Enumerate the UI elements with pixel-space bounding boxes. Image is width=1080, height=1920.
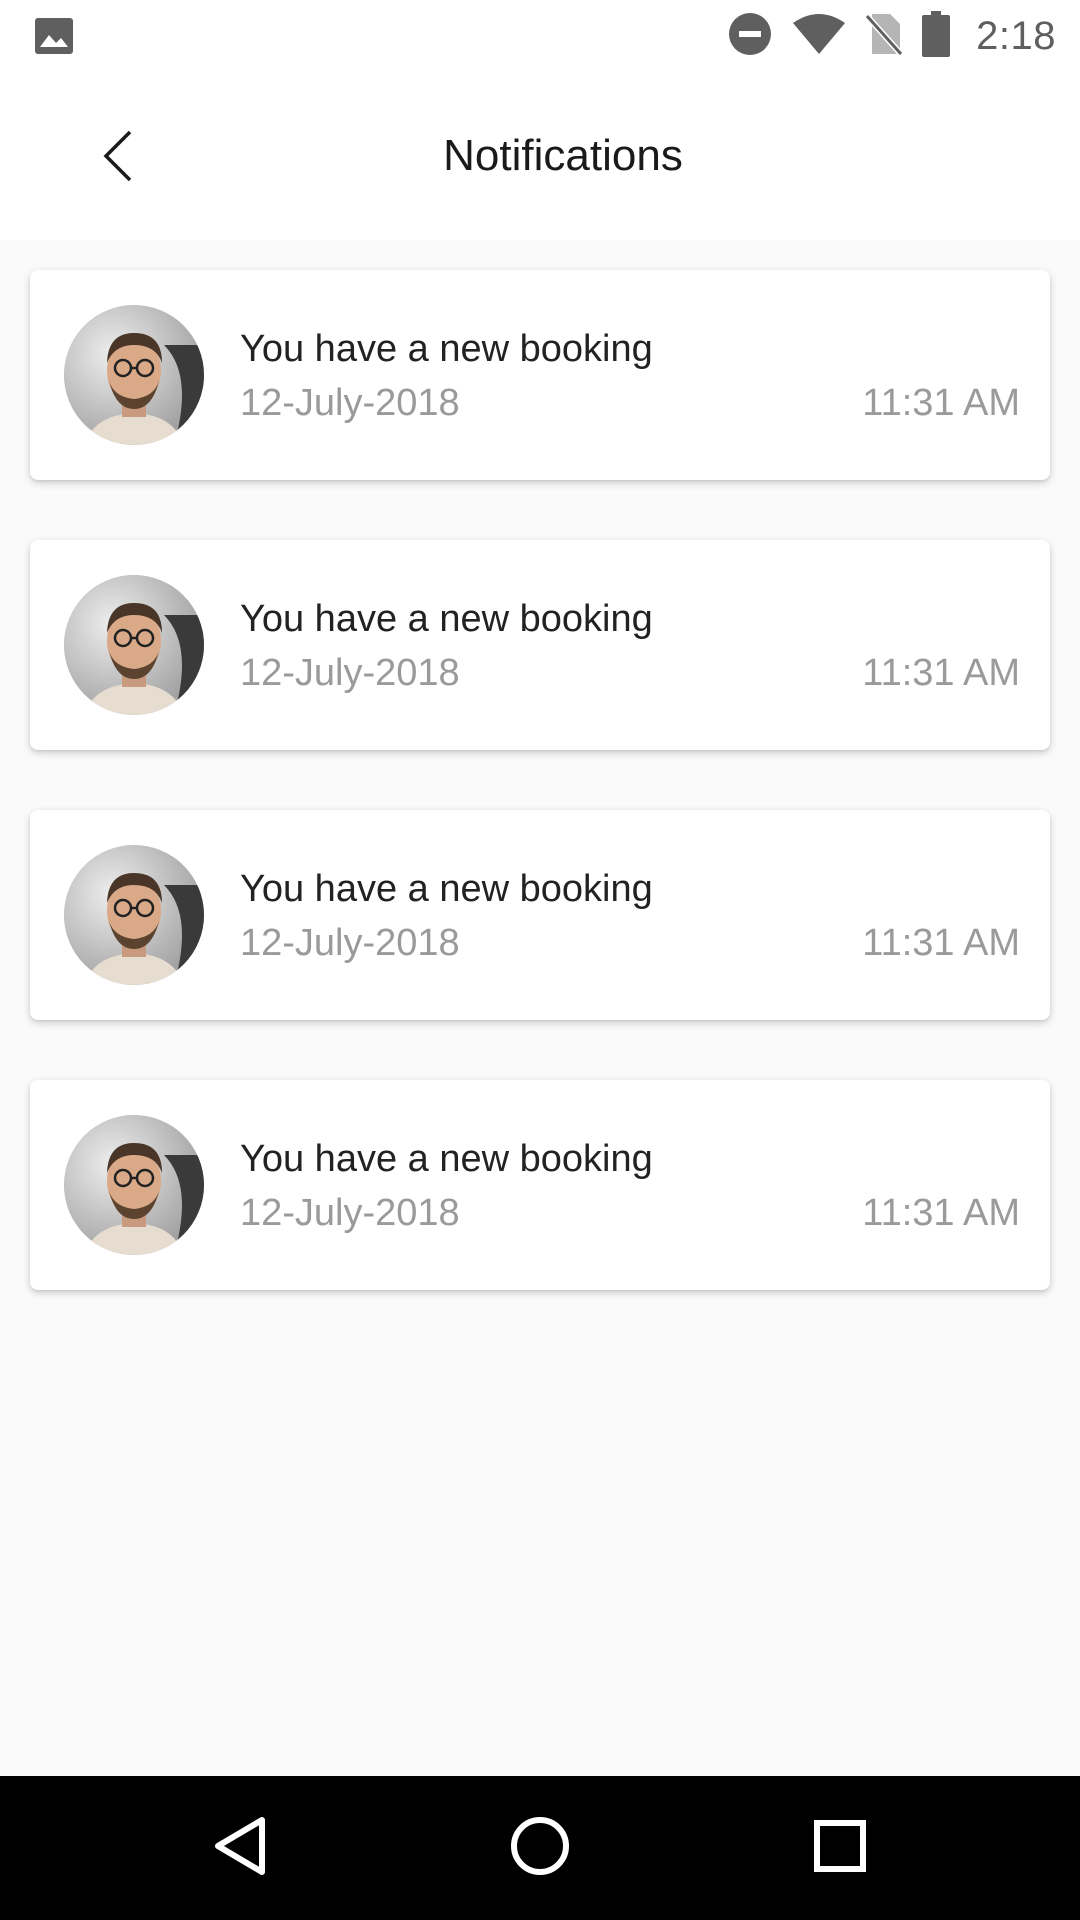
no-sim-icon <box>864 12 904 61</box>
battery-icon <box>922 10 951 62</box>
navigation-bar <box>0 1776 1080 1920</box>
nav-recents-button[interactable] <box>790 1798 890 1898</box>
notification-time: 11:31 AM <box>862 922 1020 964</box>
notification-time: 11:31 AM <box>862 1192 1020 1234</box>
notification-card[interactable]: You have a new booking 12-July-2018 11:3… <box>30 810 1050 1020</box>
do-not-disturb-icon <box>728 12 772 61</box>
notification-card[interactable]: You have a new booking 12-July-2018 11:3… <box>30 270 1050 480</box>
wifi-icon <box>792 13 846 60</box>
avatar <box>64 1115 204 1255</box>
notification-title: You have a new booking <box>240 328 653 370</box>
notification-date: 12-July-2018 <box>240 652 460 694</box>
status-time: 2:18 <box>976 13 1056 58</box>
notification-card[interactable]: You have a new booking 12-July-2018 11:3… <box>30 1080 1050 1290</box>
notification-card[interactable]: You have a new booking 12-July-2018 11:3… <box>30 540 1050 750</box>
notification-title: You have a new booking <box>240 1138 653 1180</box>
notification-time: 11:31 AM <box>862 382 1020 424</box>
status-bar: 2:18 <box>0 0 1080 72</box>
recents-square-icon <box>813 1819 867 1878</box>
notification-date: 12-July-2018 <box>240 382 460 424</box>
notification-time: 11:31 AM <box>862 652 1020 694</box>
notification-title: You have a new booking <box>240 868 653 910</box>
nav-back-button[interactable] <box>190 1798 290 1898</box>
notification-date: 12-July-2018 <box>240 922 460 964</box>
notification-list: You have a new booking 12-July-2018 11:3… <box>30 270 1050 1350</box>
avatar <box>64 305 204 445</box>
avatar <box>64 845 204 985</box>
back-triangle-icon <box>212 1816 268 1881</box>
avatar <box>64 575 204 715</box>
home-circle-icon <box>510 1816 570 1881</box>
app-bar: Notifications <box>0 72 1080 240</box>
notification-title: You have a new booking <box>240 598 653 640</box>
gallery-icon <box>34 17 74 60</box>
page-title: Notifications <box>443 131 683 180</box>
notification-date: 12-July-2018 <box>240 1192 460 1234</box>
nav-home-button[interactable] <box>490 1798 590 1898</box>
